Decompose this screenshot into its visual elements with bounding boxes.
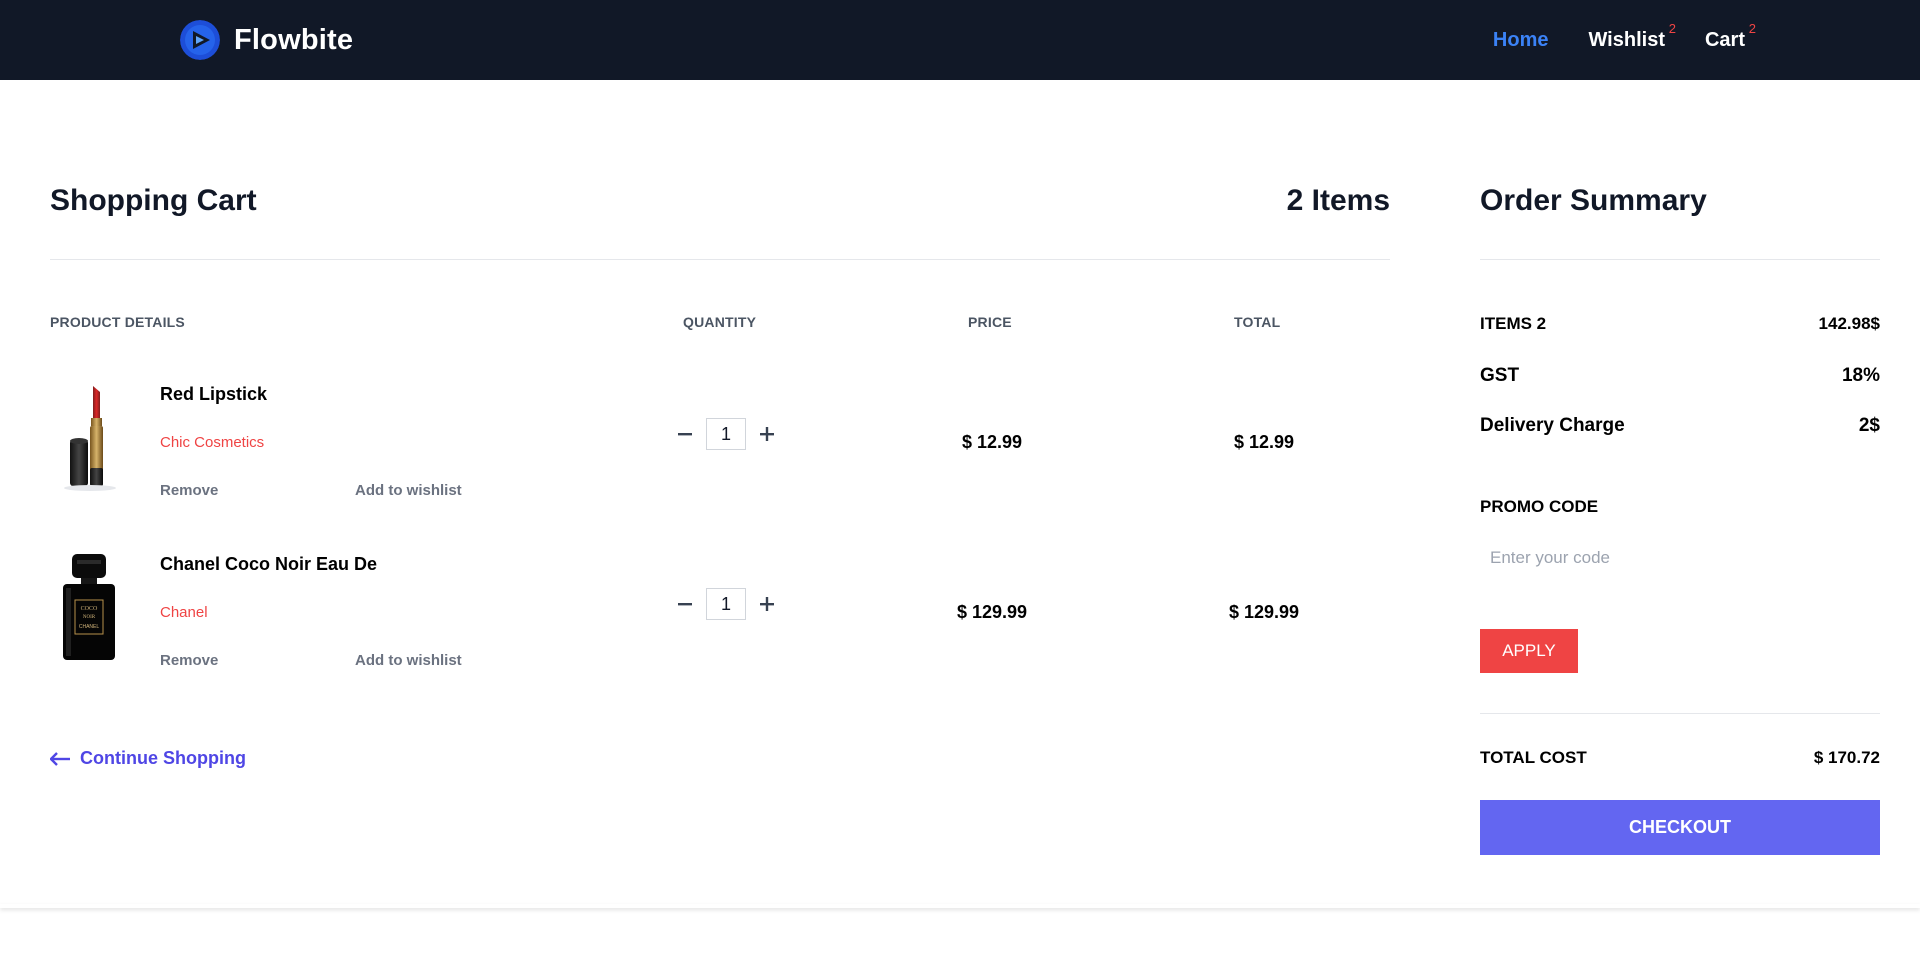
- perfume-bottle-image: COCO NOIR CHANEL: [63, 554, 115, 660]
- summary-delivery-value: 2$: [1858, 415, 1880, 436]
- continue-shopping-link[interactable]: Continue Shopping: [50, 748, 246, 769]
- summary-gst-value: 18%: [1841, 365, 1880, 386]
- top-navbar: Flowbite Home Wishlist 2 Cart 2: [0, 0, 1920, 80]
- nav-cart-link[interactable]: Cart 2: [1704, 21, 1756, 52]
- promo-code-input[interactable]: [1480, 538, 1880, 578]
- product-brand: Chanel: [160, 604, 208, 621]
- decrease-quantity-button[interactable]: [672, 591, 698, 617]
- checkout-button[interactable]: CHECKOUT: [1480, 800, 1880, 855]
- decrease-quantity-button[interactable]: [672, 421, 698, 447]
- nav-wishlist-link[interactable]: Wishlist 2: [1588, 21, 1676, 52]
- summary-gst-row: GST 18%: [1480, 365, 1880, 387]
- nav-home-link[interactable]: Home: [1493, 29, 1549, 52]
- plus-icon: [760, 427, 774, 441]
- perfume-label-noir: NOIR: [83, 615, 96, 620]
- product-name: Chanel Coco Noir Eau De: [160, 554, 378, 574]
- arrow-left-icon: [50, 751, 70, 766]
- order-summary-title: Order Summary: [1480, 184, 1707, 217]
- quantity-input[interactable]: [706, 588, 746, 620]
- remove-item-button[interactable]: Remove: [160, 652, 218, 669]
- nav-wishlist-label: Wishlist: [1588, 28, 1665, 51]
- nav-cart-label: Cart: [1704, 28, 1745, 51]
- increase-quantity-button[interactable]: [754, 421, 780, 447]
- quantity-input[interactable]: [706, 418, 746, 450]
- item-total: $ 12.99: [1233, 432, 1295, 452]
- total-cost-value: $ 170.72: [1813, 748, 1880, 767]
- summary-divider: [1480, 259, 1880, 260]
- item-price: $ 12.99: [961, 432, 1023, 452]
- column-header-quantity: QUANTITY: [683, 314, 757, 330]
- page-bottom-edge: [0, 904, 1920, 908]
- summary-divider: [1480, 713, 1880, 714]
- item-total: $ 129.99: [1228, 602, 1300, 622]
- apply-promo-button[interactable]: APPLY: [1480, 629, 1578, 673]
- cart-item-row: Red Lipstick Chic Cosmetics Remove Add t…: [50, 376, 1390, 506]
- remove-item-button[interactable]: Remove: [160, 482, 218, 499]
- brand-name: Flowbite: [234, 23, 354, 56]
- wishlist-count-badge: 2: [1668, 20, 1676, 36]
- nav-home-label: Home: [1492, 28, 1549, 51]
- minus-icon: [678, 433, 692, 436]
- total-cost-label: TOTAL COST: [1480, 748, 1587, 767]
- nav-links: Home Wishlist 2 Cart 2: [1453, 0, 1756, 80]
- brand[interactable]: Flowbite: [180, 19, 353, 61]
- item-price: $ 129.99: [956, 602, 1028, 622]
- increase-quantity-button[interactable]: [754, 591, 780, 617]
- product-name: Red Lipstick: [160, 384, 268, 404]
- continue-shopping-label: Continue Shopping: [80, 748, 246, 768]
- cart-title: Shopping Cart: [50, 184, 257, 217]
- column-header-total: TOTAL: [1234, 314, 1281, 330]
- column-header-price: PRICE: [968, 314, 1012, 330]
- summary-gst-label: GST: [1480, 365, 1520, 386]
- add-to-wishlist-button[interactable]: Add to wishlist: [355, 482, 462, 499]
- quantity-stepper: [672, 418, 780, 450]
- flowbite-logo-icon: [180, 20, 220, 60]
- quantity-stepper: [672, 588, 780, 620]
- lipstick-image: [64, 386, 116, 491]
- plus-icon: [760, 597, 774, 611]
- summary-items-label: ITEMS 2: [1480, 314, 1547, 333]
- perfume-label-coco: COCO: [81, 606, 98, 612]
- product-brand: Chic Cosmetics: [160, 434, 265, 451]
- cart-count-badge: 2: [1748, 20, 1756, 36]
- summary-items-value: 142.98$: [1818, 314, 1880, 333]
- summary-total-row: TOTAL COST $ 170.72: [1480, 748, 1880, 768]
- minus-icon: [678, 603, 692, 606]
- cart-item-count: 2 Items: [1286, 184, 1390, 217]
- perfume-label-chanel: CHANEL: [79, 624, 100, 630]
- summary-delivery-label: Delivery Charge: [1480, 415, 1625, 436]
- cart-item-row: COCO NOIR CHANEL Chanel Coco Noir Eau De…: [50, 546, 1390, 676]
- summary-items-row: ITEMS 2 142.98$: [1480, 314, 1880, 334]
- column-header-product: PRODUCT DETAILS: [50, 314, 185, 330]
- add-to-wishlist-button[interactable]: Add to wishlist: [355, 652, 462, 669]
- summary-delivery-row: Delivery Charge 2$: [1480, 415, 1880, 437]
- promo-code-label: PROMO CODE: [1480, 497, 1599, 516]
- cart-divider: [50, 259, 1390, 260]
